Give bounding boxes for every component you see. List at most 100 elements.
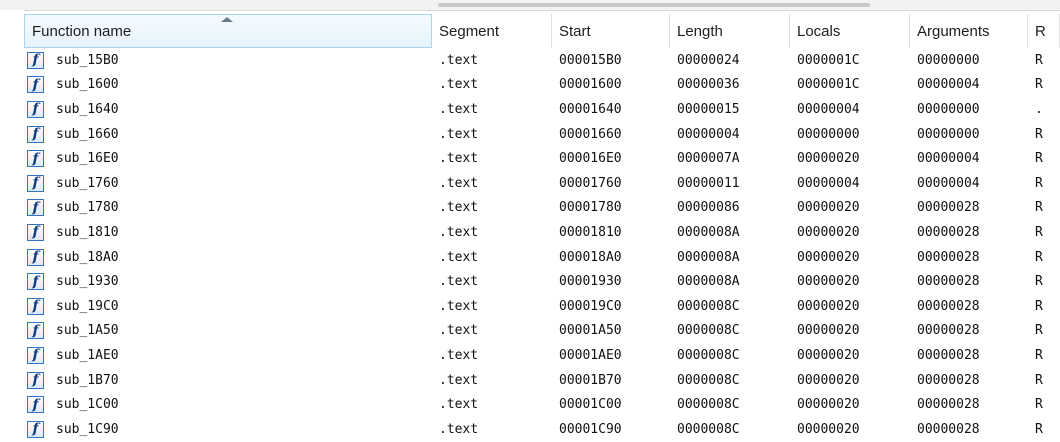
- function-name: sub_15B0: [56, 52, 119, 68]
- function-icon: f: [27, 248, 44, 266]
- cell-arguments: 00000028: [917, 249, 980, 265]
- function-icon: f: [27, 297, 44, 315]
- cell-locals: 00000020: [797, 421, 860, 437]
- table-row[interactable]: f sub_1A50 .text 00001A50 0000008C 00000020 00…: [24, 319, 1060, 344]
- function-icon: f: [27, 125, 44, 143]
- cell-start: 00001AE0: [559, 347, 622, 363]
- horizontal-scrollbar-thumb[interactable]: [438, 3, 870, 7]
- table-row[interactable]: f sub_1B70 .text 00001B70 0000008C 00000020 00…: [24, 368, 1060, 393]
- cell-locals: 00000020: [797, 298, 860, 314]
- cell-start: 00001B70: [559, 372, 622, 388]
- cell-r: R: [1035, 421, 1043, 437]
- cell-segment: .text: [439, 101, 479, 117]
- cell-arguments: 00000028: [917, 298, 980, 314]
- function-icon: f: [27, 273, 44, 291]
- function-name: sub_1C00: [56, 397, 119, 413]
- cell-locals: 0000001C: [797, 77, 860, 93]
- column-header-arguments[interactable]: Arguments: [910, 14, 1028, 48]
- table-row[interactable]: f sub_1780 .text 00001780 00000086 00000020 00…: [24, 196, 1060, 221]
- sort-ascending-icon: [221, 17, 233, 22]
- column-header-r[interactable]: R: [1028, 14, 1060, 48]
- cell-segment: .text: [439, 323, 479, 339]
- cell-segment: .text: [439, 200, 479, 216]
- cell-segment: .text: [439, 249, 479, 265]
- table-row[interactable]: f sub_1660 .text 00001660 00000004 00000000 00…: [24, 122, 1060, 147]
- cell-segment: .text: [439, 274, 479, 290]
- cell-length: 00000004: [677, 126, 740, 142]
- cell-arguments: 00000000: [917, 52, 980, 68]
- column-header-label: Start: [559, 22, 591, 40]
- cell-segment: .text: [439, 52, 479, 68]
- cell-r: R: [1035, 151, 1043, 167]
- cell-name: f sub_1AE0: [24, 346, 432, 364]
- cell-name: f sub_1C00: [24, 396, 432, 414]
- cell-length: 0000008C: [677, 298, 740, 314]
- function-name: sub_1780: [56, 200, 119, 216]
- cell-name: f sub_1760: [24, 174, 432, 192]
- function-icon: f: [27, 150, 44, 168]
- cell-segment: .text: [439, 77, 479, 93]
- cell-name: f sub_1A50: [24, 322, 432, 340]
- function-name: sub_1600: [56, 77, 119, 93]
- cell-start: 00001810: [559, 224, 622, 240]
- cell-name: f sub_1640: [24, 100, 432, 118]
- table-row[interactable]: f sub_1640 .text 00001640 00000015 00000004 00…: [24, 97, 1060, 122]
- table-row[interactable]: f sub_18A0 .text 000018A0 0000008A 00000020 00…: [24, 245, 1060, 270]
- function-icon: f: [27, 371, 44, 389]
- cell-locals: 00000020: [797, 274, 860, 290]
- function-name: sub_1C90: [56, 421, 119, 437]
- cell-start: 00001C90: [559, 421, 622, 437]
- table-row[interactable]: f sub_1AE0 .text 00001AE0 0000008C 00000020 00…: [24, 343, 1060, 368]
- function-name: sub_16E0: [56, 151, 119, 167]
- cell-r: R: [1035, 249, 1043, 265]
- column-header-segment[interactable]: Segment: [432, 14, 552, 48]
- cell-r: R: [1035, 77, 1043, 93]
- cell-start: 00001780: [559, 200, 622, 216]
- cell-segment: .text: [439, 372, 479, 388]
- cell-length: 00000024: [677, 52, 740, 68]
- table-row[interactable]: f sub_1C00 .text 00001C00 0000008C 00000020 00…: [24, 392, 1060, 417]
- function-name: sub_18A0: [56, 249, 119, 265]
- cell-name: f sub_1660: [24, 125, 432, 143]
- cell-segment: .text: [439, 298, 479, 314]
- table-row[interactable]: f sub_1810 .text 00001810 0000008A 00000020 00…: [24, 220, 1060, 245]
- cell-arguments: 00000028: [917, 372, 980, 388]
- cell-length: 0000008C: [677, 397, 740, 413]
- cell-segment: .text: [439, 151, 479, 167]
- cell-arguments: 00000004: [917, 151, 980, 167]
- cell-r: R: [1035, 175, 1043, 191]
- function-icon: f: [27, 199, 44, 217]
- cell-arguments: 00000000: [917, 126, 980, 142]
- table-row[interactable]: f sub_1600 .text 00001600 00000036 0000001C 00…: [24, 73, 1060, 98]
- table-row[interactable]: f sub_16E0 .text 000016E0 0000007A 00000020 00…: [24, 146, 1060, 171]
- function-icon: f: [27, 322, 44, 340]
- column-header-length[interactable]: Length: [670, 14, 790, 48]
- column-header-label: Arguments: [917, 22, 990, 40]
- cell-length: 0000007A: [677, 151, 740, 167]
- table-row[interactable]: f sub_1C90 .text 00001C90 0000008C 00000020 00…: [24, 417, 1060, 442]
- cell-arguments: 00000004: [917, 175, 980, 191]
- table-row[interactable]: f sub_1930 .text 00001930 0000008A 00000020 00…: [24, 269, 1060, 294]
- column-header-start[interactable]: Start: [552, 14, 670, 48]
- column-header-label: Segment: [439, 22, 500, 40]
- function-icon: f: [27, 174, 44, 192]
- left-gutter: [0, 10, 24, 440]
- table-row[interactable]: f sub_15B0 .text 000015B0 00000024 0000001C 00…: [24, 48, 1060, 73]
- function-name: sub_1810: [56, 224, 119, 240]
- function-name: sub_1660: [56, 126, 119, 142]
- cell-start: 00001A50: [559, 323, 622, 339]
- column-header-locals[interactable]: Locals: [790, 14, 910, 48]
- table-row[interactable]: f sub_19C0 .text 000019C0 0000008C 00000020 00…: [24, 294, 1060, 319]
- cell-length: 0000008A: [677, 224, 740, 240]
- cell-arguments: 00000028: [917, 323, 980, 339]
- cell-arguments: 00000028: [917, 347, 980, 363]
- cell-segment: .text: [439, 126, 479, 142]
- cell-name: f sub_1930: [24, 273, 432, 291]
- cell-name: f sub_1810: [24, 223, 432, 241]
- function-icon: f: [27, 76, 44, 94]
- top-scroll-strip: [0, 0, 1060, 11]
- cell-start: 000019C0: [559, 298, 622, 314]
- table-row[interactable]: f sub_1760 .text 00001760 00000011 00000004 00…: [24, 171, 1060, 196]
- column-header-name[interactable]: Function name: [24, 14, 432, 48]
- function-name: sub_1B70: [56, 372, 119, 388]
